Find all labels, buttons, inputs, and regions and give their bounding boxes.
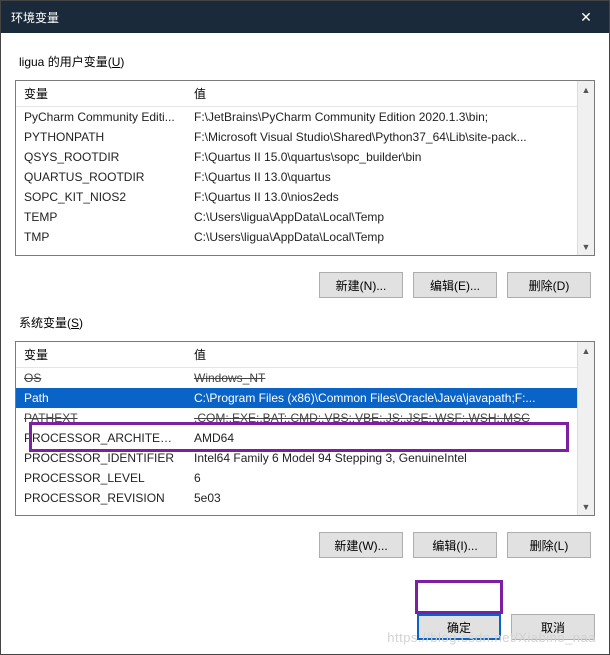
var-value-cell: C:\Users\ligua\AppData\Local\Temp <box>186 207 577 227</box>
table-row[interactable]: PROCESSOR_IDENTIFIERIntel64 Family 6 Mod… <box>16 448 577 468</box>
table-row[interactable]: OSWindows_NT <box>16 368 577 389</box>
table-row[interactable]: QSYS_ROOTDIRF:\Quartus II 15.0\quartus\s… <box>16 147 577 167</box>
ok-button[interactable]: 确定 <box>417 614 501 640</box>
var-value-cell: Intel64 Family 6 Model 94 Stepping 3, Ge… <box>186 448 577 468</box>
user-vars-list[interactable]: 变量 值 PyCharm Community Editi...F:\JetBra… <box>15 80 595 256</box>
var-value-cell: 6 <box>186 468 577 488</box>
var-name-cell: PATHEXT <box>16 408 186 428</box>
table-row[interactable]: PROCESSOR_REVISION5e03 <box>16 488 577 508</box>
var-name-cell: PROCESSOR_REVISION <box>16 488 186 508</box>
close-button[interactable]: ✕ <box>563 1 609 33</box>
table-row[interactable]: QUARTUS_ROOTDIRF:\Quartus II 13.0\quartu… <box>16 167 577 187</box>
table-row[interactable]: PROCESSOR_ARCHITECT...AMD64 <box>16 428 577 448</box>
var-name-cell: PROCESSOR_ARCHITECT... <box>16 428 186 448</box>
cancel-button[interactable]: 取消 <box>511 614 595 640</box>
var-value-cell: F:\Quartus II 15.0\quartus\sopc_builder\… <box>186 147 577 167</box>
var-name-cell: OS <box>16 368 186 389</box>
var-name-cell: PROCESSOR_LEVEL <box>16 468 186 488</box>
table-row[interactable]: TMPC:\Users\ligua\AppData\Local\Temp <box>16 227 577 247</box>
user-buttons: 新建(N)... 编辑(E)... 删除(D) <box>15 262 595 302</box>
var-value-cell: 5e03 <box>186 488 577 508</box>
close-icon: ✕ <box>580 9 592 26</box>
system-buttons: 新建(W)... 编辑(I)... 删除(L) <box>15 522 595 562</box>
var-value-cell: AMD64 <box>186 428 577 448</box>
var-name-cell: Path <box>16 388 186 408</box>
col-header-name[interactable]: 变量 <box>16 342 186 368</box>
var-value-cell: .COM;.EXE;.BAT;.CMD;.VBS;.VBE;.JS;.JSE;.… <box>186 408 577 428</box>
var-value-cell: F:\Microsoft Visual Studio\Shared\Python… <box>186 127 577 147</box>
var-value-cell: C:\Users\ligua\AppData\Local\Temp <box>186 227 577 247</box>
system-scrollbar[interactable]: ▲ ▼ <box>577 342 594 515</box>
scroll-up-icon[interactable]: ▲ <box>579 342 594 359</box>
col-header-name[interactable]: 变量 <box>16 81 186 107</box>
var-name-cell: PyCharm Community Editi... <box>16 107 186 128</box>
var-value-cell: F:\Quartus II 13.0\quartus <box>186 167 577 187</box>
table-row[interactable]: SOPC_KIT_NIOS2F:\Quartus II 13.0\nios2ed… <box>16 187 577 207</box>
dialog-footer: 确定 取消 <box>1 608 609 654</box>
user-scrollbar[interactable]: ▲ ▼ <box>577 81 594 255</box>
var-name-cell: PROCESSOR_IDENTIFIER <box>16 448 186 468</box>
table-row[interactable]: PathC:\Program Files (x86)\Common Files\… <box>16 388 577 408</box>
var-name-cell: QSYS_ROOTDIR <box>16 147 186 167</box>
var-name-cell: QUARTUS_ROOTDIR <box>16 167 186 187</box>
var-name-cell: SOPC_KIT_NIOS2 <box>16 187 186 207</box>
table-row[interactable]: PYTHONPATHF:\Microsoft Visual Studio\Sha… <box>16 127 577 147</box>
system-vars-label: 系统变量(S) <box>19 314 595 331</box>
table-row[interactable]: PATHEXT.COM;.EXE;.BAT;.CMD;.VBS;.VBE;.JS… <box>16 408 577 428</box>
var-value-cell: Windows_NT <box>186 368 577 389</box>
titlebar[interactable]: 环境变量 ✕ <box>1 1 609 33</box>
table-row[interactable]: PyCharm Community Editi...F:\JetBrains\P… <box>16 107 577 128</box>
env-vars-dialog: 环境变量 ✕ ligua 的用户变量(U) 变量 值 PyCharm Commu… <box>0 0 610 655</box>
user-delete-button[interactable]: 删除(D) <box>507 272 591 298</box>
system-edit-button[interactable]: 编辑(I)... <box>413 532 497 558</box>
scroll-down-icon[interactable]: ▼ <box>579 238 594 255</box>
var-name-cell: TMP <box>16 227 186 247</box>
user-new-button[interactable]: 新建(N)... <box>319 272 403 298</box>
scroll-up-icon[interactable]: ▲ <box>579 81 594 98</box>
var-value-cell: C:\Program Files (x86)\Common Files\Orac… <box>186 388 577 408</box>
col-header-value[interactable]: 值 <box>186 342 577 368</box>
window-title: 环境变量 <box>11 9 563 26</box>
user-vars-label: ligua 的用户变量(U) <box>19 53 595 70</box>
table-row[interactable]: TEMPC:\Users\ligua\AppData\Local\Temp <box>16 207 577 227</box>
system-new-button[interactable]: 新建(W)... <box>319 532 403 558</box>
table-row[interactable]: PROCESSOR_LEVEL6 <box>16 468 577 488</box>
var-name-cell: TEMP <box>16 207 186 227</box>
system-delete-button[interactable]: 删除(L) <box>507 532 591 558</box>
dialog-content: ligua 的用户变量(U) 变量 值 PyCharm Community Ed… <box>1 33 609 608</box>
var-value-cell: F:\Quartus II 13.0\nios2eds <box>186 187 577 207</box>
var-value-cell: F:\JetBrains\PyCharm Community Edition 2… <box>186 107 577 128</box>
user-edit-button[interactable]: 编辑(E)... <box>413 272 497 298</box>
scroll-down-icon[interactable]: ▼ <box>579 498 594 515</box>
system-vars-list[interactable]: 变量 值 OSWindows_NTPathC:\Program Files (x… <box>15 341 595 516</box>
var-name-cell: PYTHONPATH <box>16 127 186 147</box>
col-header-value[interactable]: 值 <box>186 81 577 107</box>
